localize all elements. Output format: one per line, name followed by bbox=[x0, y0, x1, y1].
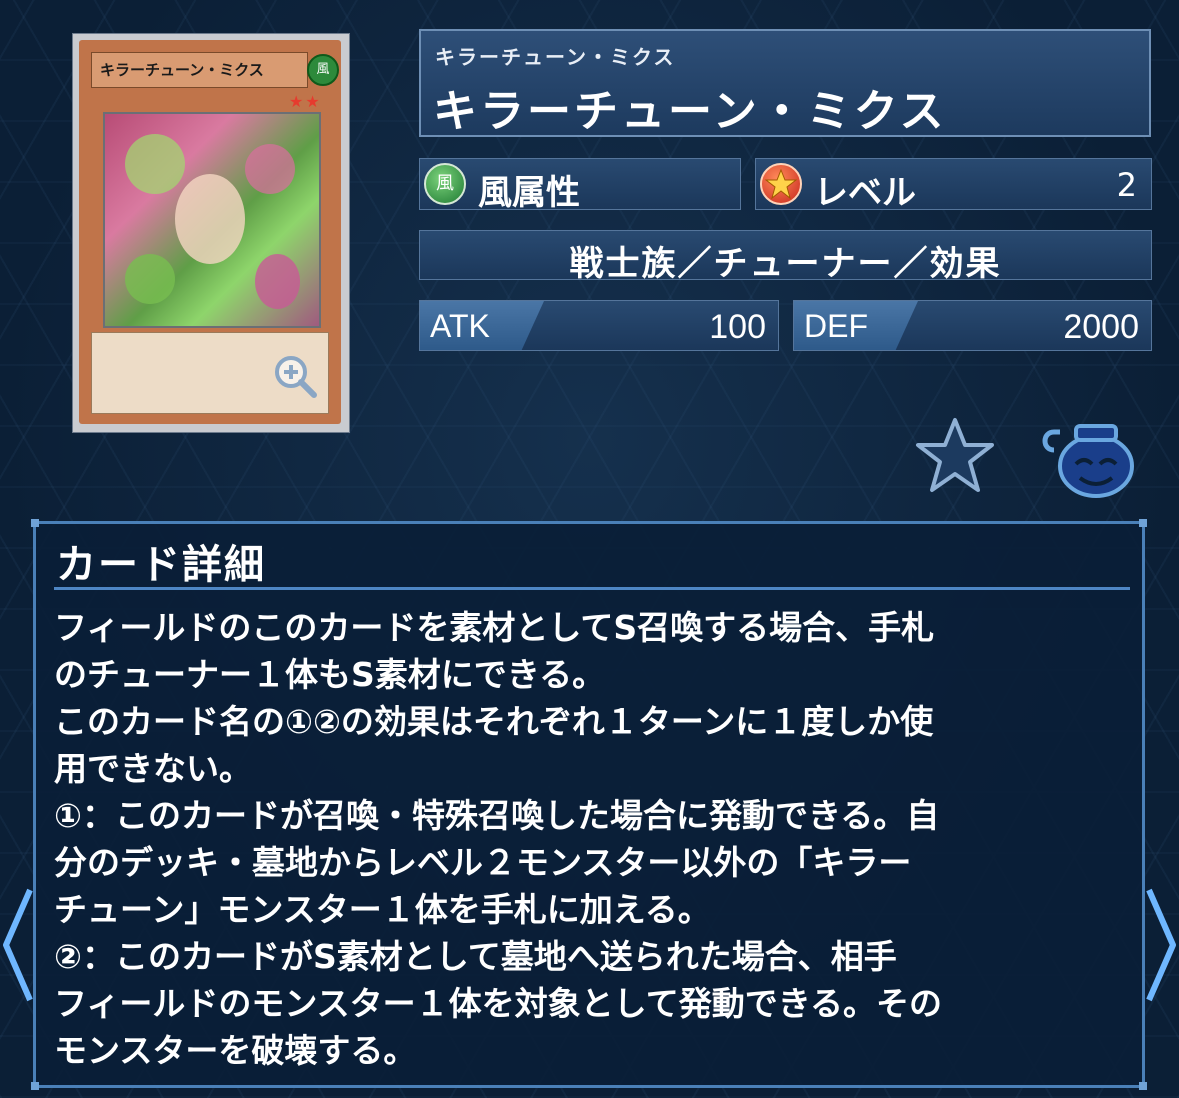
card-image[interactable]: キラーチューン・ミクス 風 ★★ bbox=[72, 33, 350, 433]
card-name-ruby: キラーチューン・ミクス bbox=[435, 45, 676, 69]
chevron-right-icon[interactable] bbox=[1139, 880, 1179, 1010]
def-label: DEF bbox=[804, 308, 868, 344]
monster-type-box: 戦士族／チューナー／効果 bbox=[419, 230, 1152, 284]
detail-title: カード詳細 bbox=[56, 542, 266, 588]
panel-corner bbox=[31, 1082, 39, 1090]
effect-line: フィールドのこのカードを素材としてS召喚する場合、手札 bbox=[54, 608, 935, 647]
panel-corner bbox=[1139, 1082, 1147, 1090]
pot-of-greed-icon[interactable] bbox=[1040, 420, 1136, 498]
panel-corner bbox=[31, 519, 39, 527]
level-box: レベル 2 bbox=[755, 158, 1152, 213]
effect-line: フィールドのモンスター１体を対象として発動できる。その bbox=[54, 984, 943, 1023]
zoom-in-icon[interactable] bbox=[272, 353, 318, 399]
card-image-attribute-icon: 風 bbox=[307, 54, 339, 86]
card-body: キラーチューン・ミクス 風 ★★ bbox=[79, 40, 341, 424]
effect-line: のチューナー１体もS素材にできる。 bbox=[54, 655, 606, 694]
panel-corner bbox=[1139, 519, 1147, 527]
card-image-level-stars: ★★ bbox=[289, 92, 322, 111]
attribute-label: 風属性 bbox=[478, 173, 580, 213]
level-value: 2 bbox=[1116, 166, 1137, 204]
monster-type: 戦士族／チューナー／効果 bbox=[569, 244, 1002, 284]
effect-line: 用できない。 bbox=[54, 749, 252, 788]
wind-attribute-icon: 風 bbox=[424, 163, 466, 205]
card-artwork bbox=[103, 112, 321, 328]
effect-line: 分のデッキ・墓地からレベル２モンスター以外の「キラー bbox=[54, 843, 912, 882]
card-image-namebar: キラーチューン・ミクス bbox=[91, 52, 308, 88]
effect-line: ②：このカードがS素材として墓地へ送られた場合、相手 bbox=[54, 937, 897, 976]
card-effect-text: フィールドのこのカードを素材としてS召喚する場合、手札 のチューナー１体もS素材… bbox=[54, 604, 1124, 1074]
card-detail-panel[interactable]: カード詳細 フィールドのこのカードを素材としてS召喚する場合、手札 のチューナー… bbox=[31, 519, 1147, 1090]
atk-box: ATK 100 bbox=[419, 300, 779, 351]
def-value: 2000 bbox=[1063, 308, 1139, 346]
level-label: レベル bbox=[814, 173, 916, 213]
attribute-box: 風 風属性 bbox=[419, 158, 741, 213]
def-box: DEF 2000 bbox=[793, 300, 1152, 351]
atk-label: ATK bbox=[430, 308, 490, 344]
atk-value: 100 bbox=[709, 308, 766, 346]
chevron-left-icon[interactable] bbox=[0, 880, 40, 1010]
effect-line: モンスターを破壊する。 bbox=[54, 1031, 417, 1070]
star-icon[interactable] bbox=[915, 416, 995, 494]
effect-line: チューン」モンスター１体を手札に加える。 bbox=[54, 890, 711, 929]
card-name: キラーチューン・ミクス bbox=[433, 86, 947, 137]
card-name-panel: キラーチューン・ミクス キラーチューン・ミクス bbox=[419, 29, 1151, 137]
card-image-name: キラーチューン・ミクス bbox=[100, 61, 264, 79]
level-star-icon bbox=[760, 163, 802, 205]
card-image-textbox bbox=[91, 332, 329, 414]
effect-line: このカード名の①②の効果はそれぞれ１ターンに１度しか使 bbox=[54, 702, 934, 741]
effect-line: ①：このカードが召喚・特殊召喚した場合に発動できる。自 bbox=[54, 796, 940, 835]
title-divider bbox=[54, 587, 1130, 590]
